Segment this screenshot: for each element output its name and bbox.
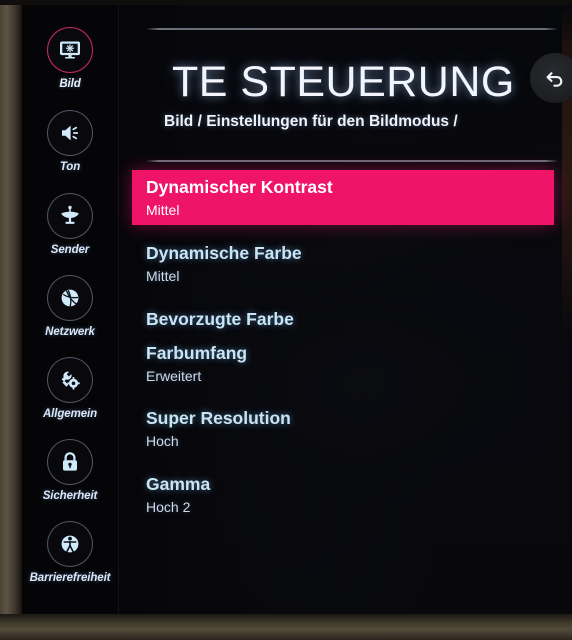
settings-menu-list: Dynamischer Kontrast Mittel Dynamische Far…	[132, 170, 572, 522]
padlock-icon	[47, 439, 93, 485]
sidebar-item-bild[interactable]: Bild	[22, 27, 118, 90]
sidebar-item-label: Barrierefreiheit	[29, 572, 111, 584]
display-brightness-icon	[47, 27, 93, 73]
sidebar-item-barrierefreiheit[interactable]: Barrierefreiheit	[22, 521, 118, 584]
tv-screen: Bild Ton Sender Netzwerk Allgemein Siche…	[22, 5, 572, 614]
sidebar-item-label: Bild	[59, 78, 81, 90]
menu-row[interactable]: Super Resolution Hoch	[132, 401, 572, 456]
speaker-icon	[47, 110, 93, 156]
sidebar-item-netzwerk[interactable]: Netzwerk	[22, 275, 118, 338]
satellite-dish-icon	[47, 193, 93, 239]
header-top-divider	[146, 28, 558, 30]
wrench-gear-icon	[47, 357, 93, 403]
sidebar-item-sender[interactable]: Sender	[22, 193, 118, 256]
menu-row-title: Gamma	[146, 473, 211, 494]
menu-row[interactable]: Gamma Hoch 2	[132, 467, 572, 522]
menu-row-value: Mittel	[146, 202, 180, 219]
menu-row[interactable]: Dynamischer Kontrast Mittel	[132, 170, 554, 226]
sidebar-item-label: Sicherheit	[42, 490, 98, 502]
sidebar-item-sicherheit[interactable]: Sicherheit	[22, 439, 118, 502]
menu-row[interactable]: Dynamische Farbe Mittel	[132, 236, 572, 291]
sidebar-item-ton[interactable]: Ton	[22, 110, 118, 173]
back-arrow-icon	[546, 72, 563, 87]
sidebar-item-label: Allgemein	[42, 408, 98, 420]
menu-row-value: Hoch	[146, 433, 179, 450]
menu-row-value: Mittel	[146, 268, 180, 285]
sidebar-item-label: Netzwerk	[45, 326, 95, 338]
settings-panel: Bild Ton Sender Netzwerk Allgemein Siche…	[22, 5, 572, 614]
content-divider	[146, 160, 558, 162]
menu-row-title: Farbumfang	[146, 342, 248, 363]
menu-row-value: Erweitert	[146, 367, 202, 384]
breadcrumb: Bild / Einstellungen für den Bildmodus /	[164, 113, 458, 130]
menu-row-title: Dynamischer Kontrast	[146, 177, 333, 197]
page-title: TE STEUERUNG	[172, 57, 515, 106]
accessibility-icon	[47, 521, 93, 567]
settings-content: TE STEUERUNG Bild / Einstellungen für de…	[132, 5, 572, 614]
sidebar-item-label: Ton	[59, 161, 81, 173]
sidebar-item-label: Sender	[50, 244, 90, 256]
menu-row[interactable]: Farbumfang Erweitert	[132, 336, 572, 391]
back-button[interactable]	[530, 53, 572, 103]
menu-row-value: Hoch 2	[146, 498, 191, 515]
tv-photo: Bild Ton Sender Netzwerk Allgemein Siche…	[0, 0, 572, 640]
menu-row-title: Dynamische Farbe	[146, 243, 302, 264]
menu-row-title: Super Resolution	[146, 408, 291, 429]
menu-row[interactable]: Bevorzugte Farbe	[132, 302, 572, 336]
globe-icon	[47, 275, 93, 321]
sidebar-item-allgemein[interactable]: Allgemein	[22, 357, 118, 420]
tv-bezel-bottom	[0, 614, 572, 640]
sidebar-divider	[118, 5, 119, 614]
settings-sidebar: Bild Ton Sender Netzwerk Allgemein Siche…	[22, 5, 118, 614]
tv-bezel-left	[0, 0, 22, 640]
tv-bezel-top	[0, 0, 572, 5]
menu-row-title: Bevorzugte Farbe	[146, 308, 294, 329]
